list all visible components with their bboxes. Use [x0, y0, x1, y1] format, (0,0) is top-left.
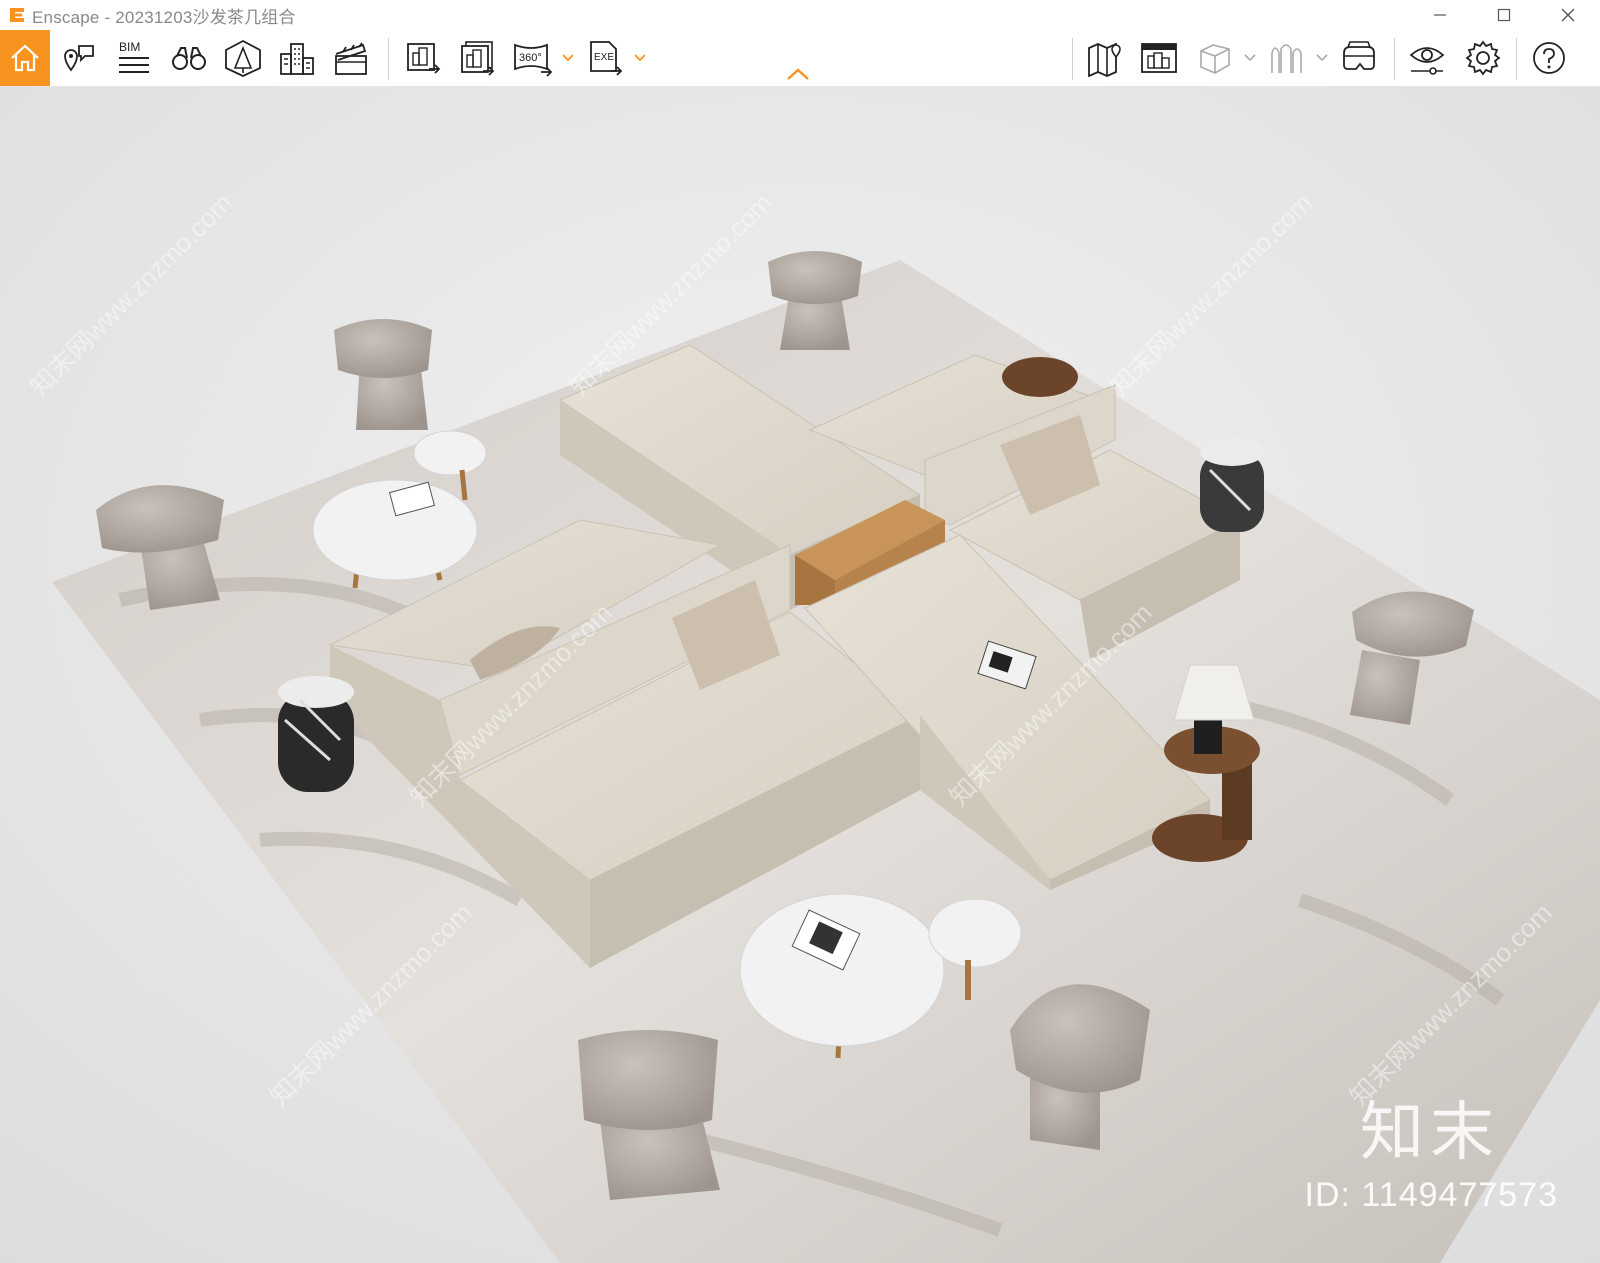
export-exe-button[interactable]: EXE [580, 30, 630, 86]
marble-side-table-left [278, 676, 354, 792]
asset-library-icon [225, 39, 261, 77]
title-bar: Enscape - 20231203沙发茶几组合 [0, 0, 1600, 30]
chevron-down-icon [562, 54, 574, 62]
export-exe-icon: EXE [590, 41, 623, 76]
site-context-button[interactable] [272, 30, 322, 86]
minimize-button[interactable] [1408, 0, 1472, 30]
batch-render-button[interactable] [452, 30, 502, 86]
atmosphere-button[interactable] [1134, 30, 1184, 86]
visual-settings-icon [1409, 47, 1445, 75]
render-screenshot-icon [407, 43, 441, 74]
visual-settings-button[interactable] [1402, 30, 1452, 86]
atmosphere-icon [1141, 43, 1177, 73]
bim-icon: BIM [119, 40, 149, 73]
bim-label: BIM [119, 40, 140, 54]
render-360-button[interactable]: 360° [508, 30, 558, 86]
cube-view-button[interactable] [1190, 30, 1240, 86]
home-icon [11, 44, 39, 72]
render-360-icon: 360° [514, 43, 553, 77]
export-exe-dropdown[interactable] [631, 44, 649, 72]
close-button[interactable] [1536, 0, 1600, 30]
map-icon [1088, 42, 1121, 77]
render-360-dropdown[interactable] [559, 44, 577, 72]
video-editor-button[interactable] [326, 30, 376, 86]
window-title: Enscape - 20231203沙发茶几组合 [32, 7, 296, 27]
render-viewport[interactable]: 知末网www.znzmo.com 知末网www.znzmo.com 知末网www… [0, 87, 1600, 1263]
bim-button[interactable]: BIM [108, 30, 158, 86]
maximize-icon [1497, 8, 1511, 22]
pano-label: 360° [519, 52, 542, 64]
chevron-down-icon [1244, 54, 1256, 62]
walk-mode-icon [1271, 44, 1302, 73]
chevron-down-icon [1316, 54, 1328, 62]
screenshot-button[interactable] [398, 30, 448, 86]
batch-render-icon [461, 41, 495, 76]
help-icon [1533, 42, 1565, 74]
exe-label: EXE [594, 52, 614, 63]
watermark-logo: 知末 [1360, 1096, 1500, 1170]
maximize-button[interactable] [1472, 0, 1536, 30]
settings-icon [1465, 40, 1501, 76]
main-toolbar: BIM 360° EXE [0, 30, 1600, 87]
wood-tray [1002, 357, 1078, 397]
cube-view-dropdown[interactable] [1241, 44, 1259, 72]
toolbar-separator [388, 38, 389, 80]
asset-library-button[interactable] [218, 30, 268, 86]
marble-side-table-right [1200, 438, 1264, 532]
chevron-up-icon [787, 68, 809, 80]
vr-headset-icon [1343, 41, 1375, 70]
cube-view-icon [1200, 44, 1230, 74]
view-management-icon [64, 45, 94, 72]
video-editor-icon [335, 42, 367, 75]
chevron-down-icon [634, 54, 646, 62]
collapse-toolbar-button[interactable] [786, 64, 810, 84]
help-button[interactable] [1524, 30, 1574, 86]
binoculars-icon [172, 47, 206, 70]
buildings-icon [280, 43, 314, 75]
walk-mode-button[interactable] [1262, 30, 1312, 86]
view-management-button[interactable] [54, 30, 104, 86]
toolbar-separator [1072, 38, 1073, 80]
find-view-button[interactable] [164, 30, 214, 86]
minimize-icon [1434, 14, 1446, 16]
settings-button[interactable] [1458, 30, 1508, 86]
walk-mode-dropdown[interactable] [1313, 44, 1331, 72]
home-button[interactable] [0, 30, 50, 86]
toolbar-separator [1394, 38, 1395, 80]
enscape-logo-icon [6, 4, 28, 26]
map-button[interactable] [1080, 30, 1130, 86]
watermark-id: ID: 1149477573 [1304, 1176, 1558, 1214]
toolbar-separator [1516, 38, 1517, 80]
vr-headset-button[interactable] [1334, 30, 1384, 86]
close-icon [1561, 8, 1575, 22]
